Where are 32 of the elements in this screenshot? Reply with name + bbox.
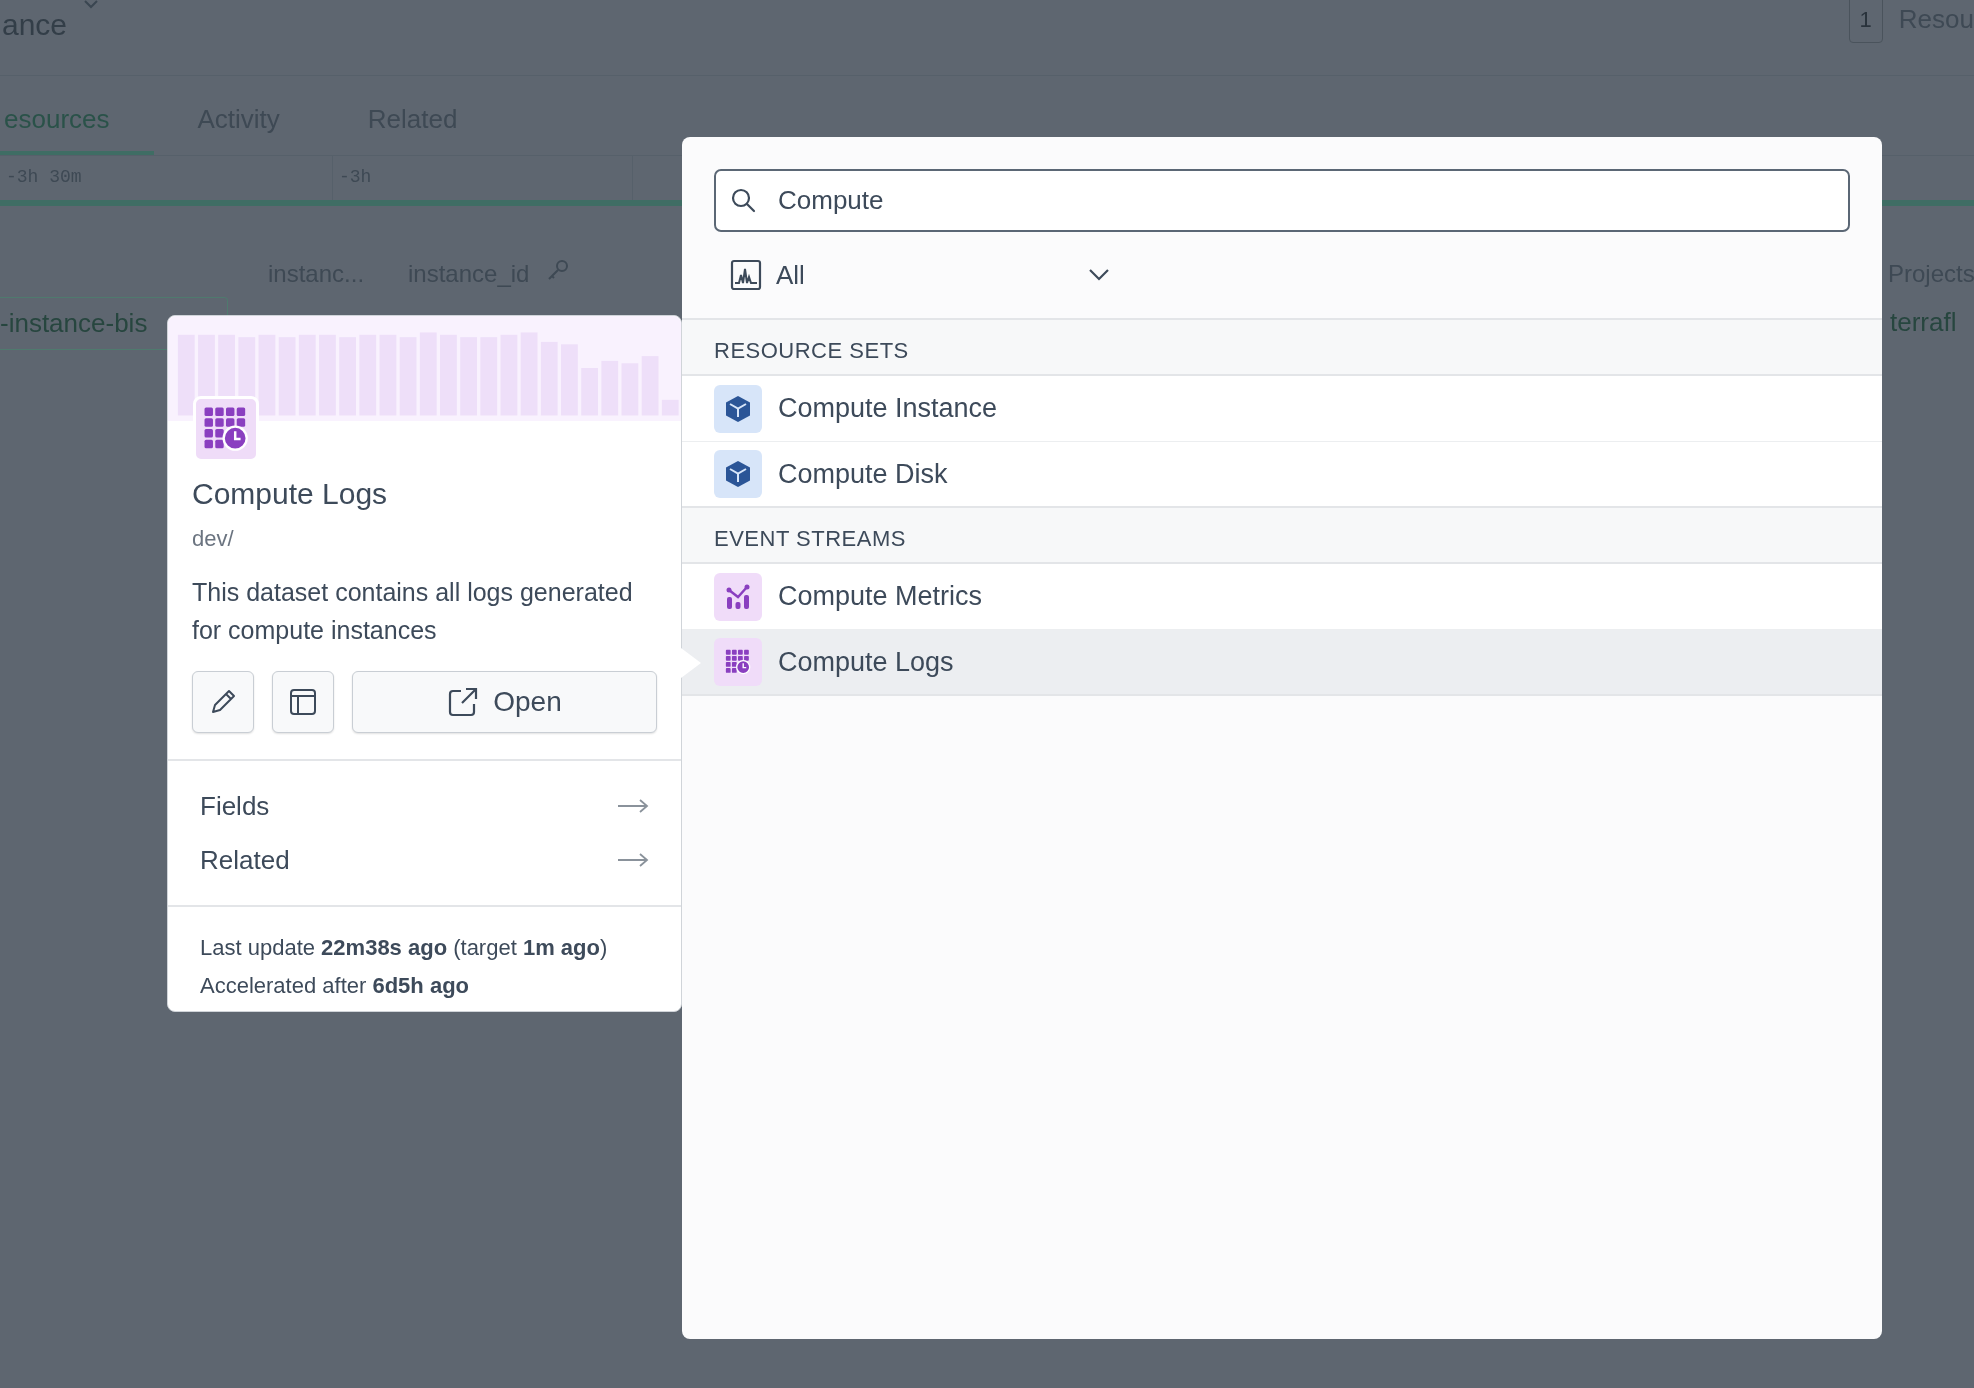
dataset-path: dev/ xyxy=(192,525,235,553)
chevron-down-icon[interactable] xyxy=(1088,268,1110,282)
edit-button[interactable] xyxy=(192,671,254,733)
chart-icon xyxy=(730,259,762,291)
status-text: Last update 22m38s ago (target 1m ago) xyxy=(200,934,609,962)
cube-icon xyxy=(725,460,751,488)
nav-link-row[interactable]: Related xyxy=(200,833,649,887)
table-cell-text: terrafl xyxy=(1890,306,1957,339)
result-item[interactable]: Compute Logs xyxy=(682,630,1882,696)
grid-clock-icon xyxy=(203,406,249,452)
result-item[interactable]: Compute Metrics xyxy=(682,564,1882,630)
search-icon xyxy=(730,187,756,213)
dataset-description: This dataset contains all logs generated for compute instances xyxy=(192,577,634,646)
cube-icon xyxy=(725,394,751,423)
result-item[interactable]: Compute Disk xyxy=(682,442,1882,508)
filter-dropdown[interactable]: All xyxy=(730,255,1110,295)
external-link-icon xyxy=(447,686,480,718)
dataset-title: Compute Logs xyxy=(192,476,389,512)
bar-chart-icon xyxy=(725,583,751,610)
result-item[interactable]: Compute Instance xyxy=(682,376,1882,442)
arrow-right-icon xyxy=(617,799,649,813)
grid-clock-icon xyxy=(725,649,751,675)
panel-icon xyxy=(288,687,318,717)
search-field[interactable]: Compute xyxy=(714,169,1850,232)
status-text: Accelerated after 6d5h ago xyxy=(200,972,470,1000)
open-button[interactable]: Open xyxy=(352,671,657,733)
section-header: RESOURCE SETS xyxy=(682,320,1882,376)
key-icon xyxy=(546,258,570,282)
layout-button[interactable] xyxy=(272,671,334,733)
nav-link-row[interactable]: Fields xyxy=(200,779,649,833)
section-header: EVENT STREAMS xyxy=(682,508,1882,564)
arrow-right-icon xyxy=(617,853,649,867)
